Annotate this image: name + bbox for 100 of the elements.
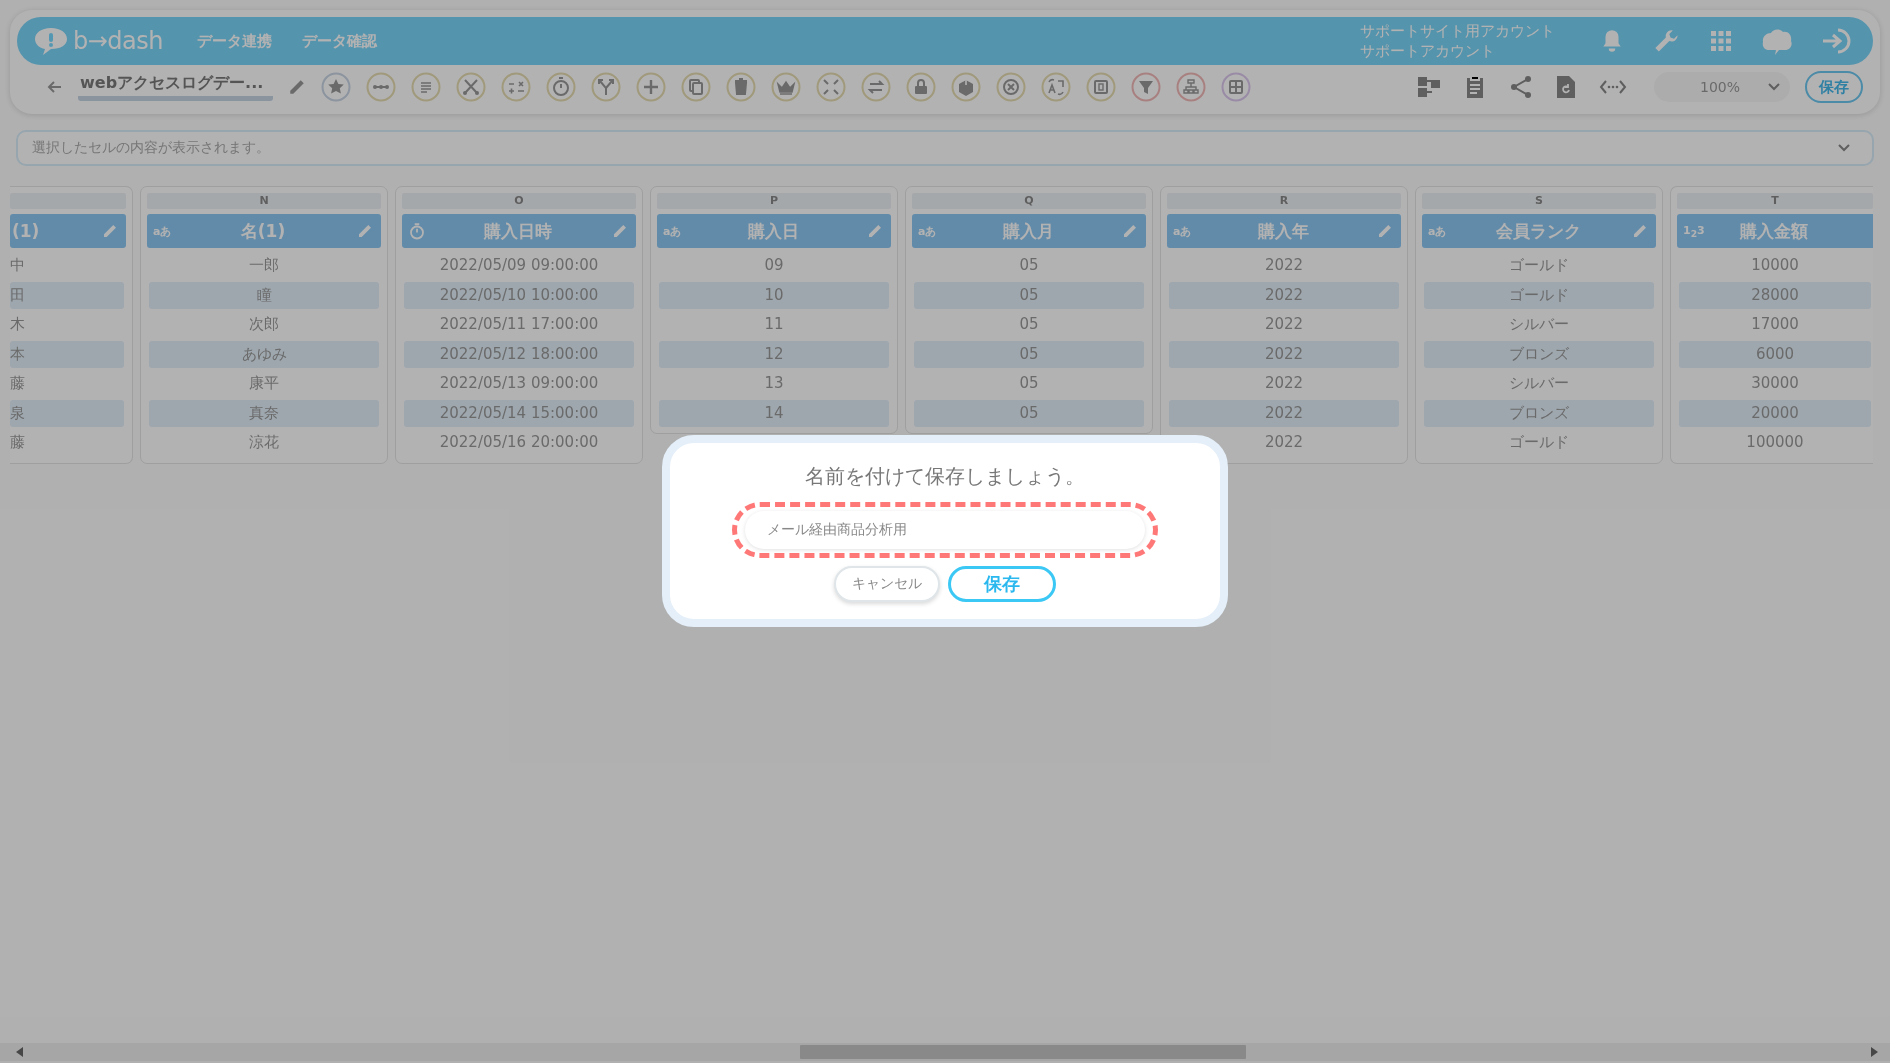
pencil-icon[interactable] bbox=[102, 223, 118, 239]
pencil-icon[interactable] bbox=[612, 223, 628, 239]
fork-arrows-icon[interactable] bbox=[591, 72, 622, 102]
table-cell[interactable]: 藤 bbox=[10, 370, 124, 397]
table-cell[interactable]: 05 bbox=[914, 370, 1144, 397]
translate-icon[interactable] bbox=[1041, 72, 1072, 102]
crown-icon[interactable] bbox=[771, 72, 802, 102]
column-letter-bar[interactable]: Q bbox=[912, 193, 1146, 209]
table-cell[interactable]: 12 bbox=[659, 340, 889, 368]
scissors-icon[interactable] bbox=[456, 72, 487, 102]
scroll-thumb[interactable] bbox=[800, 1045, 1246, 1059]
document-title[interactable]: webアクセスログデー... bbox=[78, 73, 274, 101]
table-cell[interactable]: 11 bbox=[659, 311, 889, 338]
table-cell[interactable]: ブロンズ bbox=[1424, 340, 1654, 368]
grid-icon[interactable] bbox=[1221, 72, 1252, 102]
pencil-icon[interactable] bbox=[1122, 223, 1138, 239]
column-letter-bar[interactable]: P bbox=[657, 193, 891, 209]
pencil-icon[interactable] bbox=[1377, 223, 1393, 239]
sign-in-icon[interactable] bbox=[1821, 27, 1853, 55]
chevron-down-icon[interactable] bbox=[1838, 144, 1850, 152]
horizontal-scrollbar[interactable] bbox=[0, 1043, 1890, 1061]
share-icon[interactable] bbox=[1508, 75, 1533, 99]
table-cell[interactable]: 2022/05/13 09:00:00 bbox=[404, 370, 634, 397]
table-cell[interactable]: シルバー bbox=[1424, 311, 1654, 338]
table-cell[interactable]: ゴールド bbox=[1424, 281, 1654, 309]
table-cell[interactable]: 田 bbox=[10, 281, 124, 309]
table-cell[interactable]: 2022 bbox=[1169, 399, 1399, 427]
table-cell[interactable]: 6000 bbox=[1679, 340, 1871, 368]
table-cell[interactable]: ゴールド bbox=[1424, 429, 1654, 456]
table-cell[interactable]: 100000 bbox=[1679, 429, 1871, 456]
table-cell[interactable]: 2022/05/12 18:00:00 bbox=[404, 340, 634, 368]
column-letter-bar[interactable]: T bbox=[1677, 193, 1873, 209]
table-cell[interactable]: 次郎 bbox=[149, 311, 379, 338]
table-cell[interactable]: 2022/05/09 09:00:00 bbox=[404, 252, 634, 279]
x-circle-icon[interactable] bbox=[996, 72, 1027, 102]
table-cell[interactable]: 2022/05/14 15:00:00 bbox=[404, 399, 634, 427]
column-header[interactable]: aあ 購入月 bbox=[912, 214, 1146, 248]
column-header[interactable]: aあ 会員ランク bbox=[1422, 214, 1656, 248]
column-letter-bar[interactable]: S bbox=[1422, 193, 1656, 209]
cloud-character-icon[interactable] bbox=[1761, 26, 1793, 56]
table-cell[interactable]: 2022 bbox=[1169, 252, 1399, 279]
table-cell[interactable]: 17000 bbox=[1679, 311, 1871, 338]
column-header[interactable]: aあ 購入日 bbox=[657, 214, 891, 248]
plus-icon[interactable] bbox=[636, 72, 667, 102]
table-cell[interactable]: 05 bbox=[914, 340, 1144, 368]
cancel-button[interactable]: キャンセル bbox=[834, 566, 940, 602]
table-cell[interactable]: 2022/05/10 10:00:00 bbox=[404, 281, 634, 309]
save-button[interactable]: 保存 bbox=[1805, 71, 1863, 103]
pencil-icon[interactable] bbox=[867, 223, 883, 239]
table-cell[interactable]: 涼花 bbox=[149, 429, 379, 456]
stopwatch-icon[interactable] bbox=[546, 72, 577, 102]
collapse-arrows-icon[interactable] bbox=[816, 72, 847, 102]
table-cell[interactable]: 泉 bbox=[10, 399, 124, 427]
table-cell[interactable]: 2022 bbox=[1169, 370, 1399, 397]
column-header[interactable]: 購入日時 bbox=[402, 214, 636, 248]
filter-icon[interactable] bbox=[1131, 72, 1162, 102]
frame-icon[interactable] bbox=[1086, 72, 1117, 102]
nav-link[interactable]: データ連携 bbox=[197, 31, 272, 51]
save-button[interactable]: 保存 bbox=[948, 566, 1056, 602]
table-cell[interactable]: 本 bbox=[10, 340, 124, 368]
table-cell[interactable]: 09 bbox=[659, 252, 889, 279]
swap-arrows-icon[interactable] bbox=[861, 72, 892, 102]
table-cell[interactable]: 2022 bbox=[1169, 281, 1399, 309]
ellipsis-icon[interactable] bbox=[366, 72, 397, 102]
scroll-left-icon[interactable] bbox=[16, 1047, 24, 1057]
math-symbols-icon[interactable] bbox=[501, 72, 532, 102]
pencil-icon[interactable] bbox=[288, 78, 307, 96]
column-letter-bar[interactable]: N bbox=[147, 193, 381, 209]
column-letter-bar[interactable]: R bbox=[1167, 193, 1401, 209]
name-field[interactable]: メール経由商品分析用 bbox=[732, 502, 1158, 558]
hierarchy-icon[interactable] bbox=[1176, 72, 1207, 102]
table-cell[interactable]: 木 bbox=[10, 311, 124, 338]
table-cell[interactable]: 瞳 bbox=[149, 281, 379, 309]
table-cell[interactable]: 2022/05/11 17:00:00 bbox=[404, 311, 634, 338]
table-cell[interactable]: 10 bbox=[659, 281, 889, 309]
table-cell[interactable]: 14 bbox=[659, 399, 889, 427]
column-letter-bar[interactable]: O bbox=[402, 193, 636, 209]
table-cell[interactable]: 中 bbox=[10, 252, 124, 279]
table-cell[interactable]: 藤 bbox=[10, 429, 124, 456]
table-cell[interactable]: 2022 bbox=[1169, 340, 1399, 368]
file-refresh-icon[interactable] bbox=[1555, 75, 1576, 99]
scroll-right-icon[interactable] bbox=[1870, 1047, 1878, 1057]
table-cell[interactable]: 康平 bbox=[149, 370, 379, 397]
table-cell[interactable]: 30000 bbox=[1679, 370, 1871, 397]
column-header[interactable]: (1) bbox=[10, 214, 126, 248]
table-cell[interactable]: 28000 bbox=[1679, 281, 1871, 309]
table-cell[interactable]: 10000 bbox=[1679, 252, 1871, 279]
box-icon[interactable] bbox=[951, 72, 982, 102]
flowchart-icon[interactable] bbox=[1416, 75, 1441, 99]
apps-grid-icon[interactable] bbox=[1709, 29, 1733, 53]
nav-link[interactable]: データ確認 bbox=[302, 31, 377, 51]
table-cell[interactable]: 05 bbox=[914, 281, 1144, 309]
pencil-icon[interactable] bbox=[357, 223, 373, 239]
table-cell[interactable]: 真奈 bbox=[149, 399, 379, 427]
table-cell[interactable]: 2022/05/16 20:00:00 bbox=[404, 429, 634, 456]
zoom-select[interactable]: 100% bbox=[1653, 72, 1790, 102]
column-header[interactable]: 1$_{2}$3 購入金額 bbox=[1677, 214, 1873, 248]
copy-icon[interactable] bbox=[681, 72, 712, 102]
table-cell[interactable]: あゆみ bbox=[149, 340, 379, 368]
table-cell[interactable]: 05 bbox=[914, 399, 1144, 427]
